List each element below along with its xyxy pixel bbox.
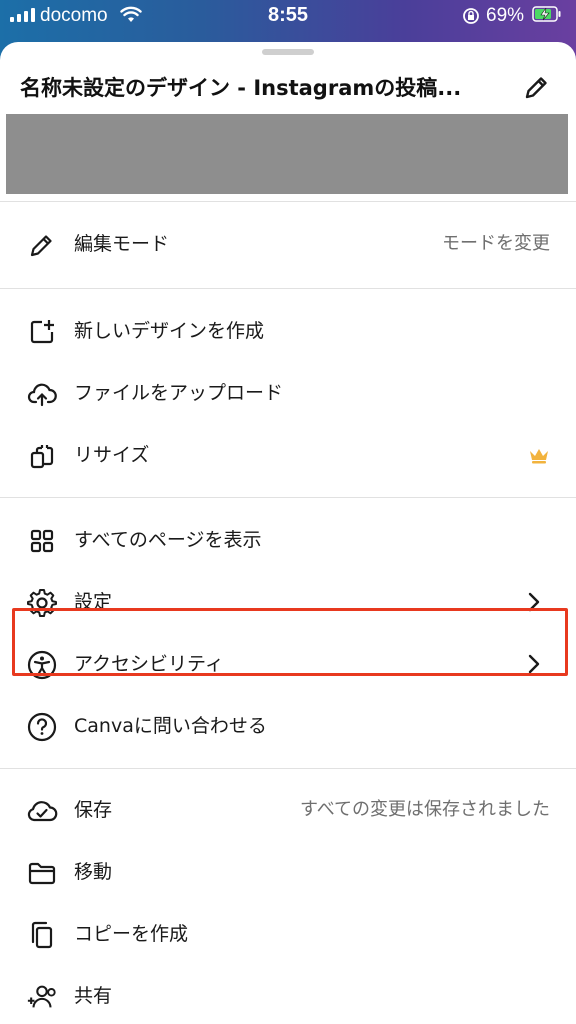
battery-icon <box>532 6 561 22</box>
share-users-icon <box>26 981 58 1013</box>
help-icon <box>26 711 58 743</box>
menu-item-label: 移動 <box>74 861 113 883</box>
menu-item-save[interactable]: 保存 すべての変更は保存されました <box>0 780 576 840</box>
resize-icon <box>26 440 58 472</box>
save-status-text: すべての変更は保存されました <box>299 799 550 820</box>
design-title: 名称未設定のデザイン - Instagramの投稿... <box>20 76 462 100</box>
pencil-icon <box>525 77 547 99</box>
divider <box>0 201 576 202</box>
menu-item-label: すべてのページを表示 <box>74 529 262 551</box>
design-menu-sheet: 名称未設定のデザイン - Instagramの投稿... 編集モード モードを変… <box>0 42 576 1024</box>
divider <box>0 768 576 769</box>
menu-item-new-design[interactable]: 新しいデザインを作成 <box>0 301 576 361</box>
copy-icon <box>26 919 58 951</box>
menu-item-resize[interactable]: リサイズ <box>0 425 576 485</box>
menu-item-label: Canvaに問い合わせる <box>74 715 267 737</box>
status-bar: docomo 8:55 69% <box>0 0 576 34</box>
menu-item-contact-canva[interactable]: Canvaに問い合わせる <box>0 696 576 756</box>
menu-item-view-all-pages[interactable]: すべてのページを表示 <box>0 510 576 570</box>
change-mode-link[interactable]: モードを変更 <box>442 214 550 274</box>
divider <box>0 497 576 498</box>
design-thumbnail[interactable] <box>6 114 568 194</box>
rename-button[interactable] <box>516 68 556 108</box>
cloud-check-icon <box>26 795 58 827</box>
battery-percent: 69% <box>486 5 525 26</box>
pencil-icon <box>26 229 58 261</box>
divider <box>0 288 576 289</box>
crown-icon <box>530 449 548 464</box>
grid-icon <box>26 525 58 557</box>
menu-item-share[interactable]: 共有 <box>0 966 576 1024</box>
menu-item-label: 保存 <box>74 799 113 821</box>
orientation-lock-icon <box>463 8 479 24</box>
menu-item-move[interactable]: 移動 <box>0 842 576 902</box>
settings-highlight-box <box>12 608 568 676</box>
menu-item-edit-mode[interactable]: 編集モード モードを変更 <box>0 214 576 274</box>
menu-item-label: リサイズ <box>74 444 150 466</box>
cloud-upload-icon <box>26 378 58 410</box>
menu-item-label: 新しいデザインを作成 <box>74 320 265 342</box>
new-design-icon <box>26 316 58 348</box>
menu-item-upload-file[interactable]: ファイルをアップロード <box>0 363 576 423</box>
menu-item-label: コピーを作成 <box>74 923 189 945</box>
menu-item-label: 共有 <box>74 985 113 1007</box>
folder-icon <box>26 857 58 889</box>
menu-item-label: ファイルをアップロード <box>74 382 284 404</box>
menu-item-label: 編集モード <box>74 233 170 255</box>
sheet-grabber[interactable] <box>262 49 314 55</box>
menu-item-make-copy[interactable]: コピーを作成 <box>0 904 576 964</box>
